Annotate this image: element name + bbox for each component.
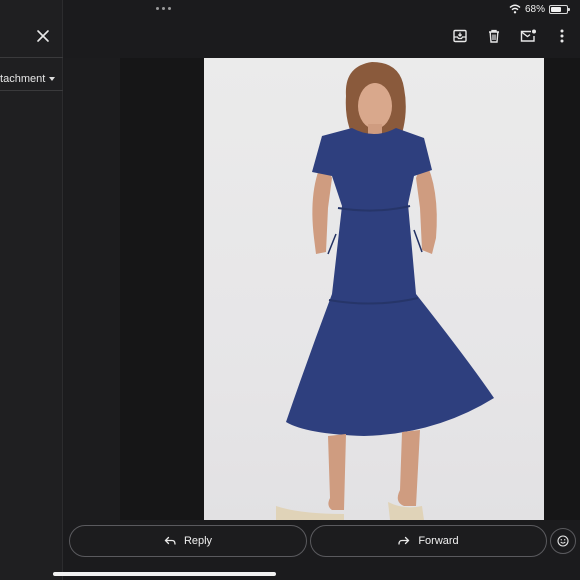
reply-icon: [164, 536, 176, 545]
mark-unread-icon: [520, 29, 536, 42]
archive-icon: [453, 29, 467, 43]
chevron-down-icon: [49, 77, 56, 81]
smiley-icon: [557, 535, 569, 547]
forward-button[interactable]: Forward: [310, 525, 547, 557]
close-icon: [37, 30, 49, 42]
emoji-reaction-button[interactable]: [550, 528, 576, 554]
more-vertical-icon: [560, 29, 564, 43]
attachment-dropdown[interactable]: ttachment: [0, 68, 63, 90]
more-options-button[interactable]: [552, 26, 572, 46]
dress-photo: [276, 62, 494, 520]
left-pane-divider-bottom: [0, 90, 63, 91]
attachment-label: ttachment: [0, 73, 46, 85]
attachment-image[interactable]: [204, 58, 544, 520]
battery-icon: [549, 4, 570, 14]
home-indicator[interactable]: [53, 572, 276, 576]
archive-button[interactable]: [450, 26, 470, 46]
forward-label: Forward: [418, 535, 459, 547]
status-bar: 68%: [509, 2, 570, 16]
delete-button[interactable]: [484, 26, 504, 46]
reply-button[interactable]: Reply: [69, 525, 307, 557]
battery-percent: 68%: [524, 3, 545, 15]
close-button[interactable]: [32, 25, 54, 47]
reply-label: Reply: [183, 535, 213, 547]
left-pane-divider-top: [0, 57, 63, 58]
multitasking-dots[interactable]: [156, 7, 171, 10]
viewer-side-band: [64, 58, 120, 520]
wifi-icon: [509, 4, 521, 14]
mark-unread-button[interactable]: [518, 26, 538, 46]
forward-icon: [398, 536, 410, 545]
trash-icon: [489, 29, 499, 43]
